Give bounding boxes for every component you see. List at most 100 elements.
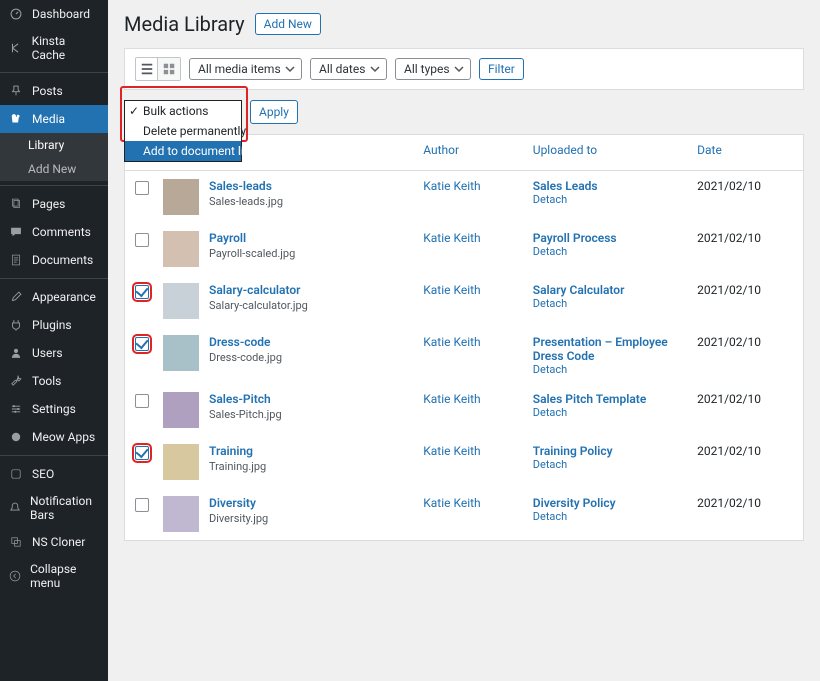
table-row: Sales-Pitch Sales-Pitch.jpg Katie Keith … <box>125 384 803 436</box>
author-link[interactable]: Katie Keith <box>423 444 480 458</box>
bulk-actions-row: Bulk actionsDelete permanentlyAdd to doc… <box>124 90 804 134</box>
file-name: Diversity.jpg <box>209 512 268 525</box>
sidebar-item-kinsta-cache[interactable]: Kinsta Cache <box>0 28 108 68</box>
sidebar-item-seo[interactable]: SEO <box>0 460 108 488</box>
apply-button[interactable]: Apply <box>250 100 298 124</box>
sidebar-item-documents[interactable]: Documents <box>0 246 108 274</box>
tools-icon <box>8 373 24 389</box>
sidebar-item-plugins[interactable]: Plugins <box>0 311 108 339</box>
row-checkbox[interactable] <box>135 181 149 195</box>
sidebar-item-users[interactable]: Users <box>0 339 108 367</box>
row-checkbox[interactable] <box>135 498 149 512</box>
detach-link[interactable]: Detach <box>533 193 697 206</box>
col-author[interactable]: Author <box>423 143 533 162</box>
uploaded-to-link[interactable]: Diversity Policy <box>533 496 697 510</box>
author-link[interactable]: Katie Keith <box>423 496 480 510</box>
pin-icon <box>8 83 24 99</box>
grid-view-icon[interactable] <box>158 58 180 80</box>
settings-icon <box>8 401 24 417</box>
page-header: Media Library Add New <box>124 12 804 36</box>
author-link[interactable]: Katie Keith <box>423 179 480 193</box>
col-uploaded[interactable]: Uploaded to <box>533 143 697 162</box>
uploaded-to-link[interactable]: Sales Pitch Template <box>533 392 697 406</box>
detach-link[interactable]: Detach <box>533 363 697 376</box>
author-link[interactable]: Katie Keith <box>423 283 480 297</box>
add-new-button[interactable]: Add New <box>255 13 321 35</box>
thumbnail[interactable] <box>163 335 199 371</box>
submenu-add-new[interactable]: Add New <box>0 157 108 181</box>
sidebar-item-label: SEO <box>32 467 54 481</box>
thumbnail[interactable] <box>163 231 199 267</box>
media-table: Author Uploaded to Date Sales-leads Sale… <box>124 134 804 541</box>
author-link[interactable]: Katie Keith <box>423 335 480 349</box>
col-date[interactable]: Date <box>697 143 793 162</box>
list-view-icon[interactable] <box>136 58 158 80</box>
submenu-library[interactable]: Library <box>0 133 108 157</box>
sidebar-item-collapse-menu[interactable]: Collapse menu <box>0 556 108 596</box>
row-checkbox[interactable] <box>135 446 149 460</box>
uploaded-to-link[interactable]: Payroll Process <box>533 231 697 245</box>
sidebar-item-label: NS Cloner <box>32 535 85 549</box>
thumbnail[interactable] <box>163 179 199 215</box>
bulk-actions-dropdown[interactable]: Bulk actionsDelete permanentlyAdd to doc… <box>124 100 242 162</box>
sidebar-item-meow-apps[interactable]: Meow Apps <box>0 423 108 451</box>
detach-link[interactable]: Detach <box>533 458 697 471</box>
file-title[interactable]: Salary-calculator <box>209 283 308 297</box>
detach-link[interactable]: Detach <box>533 406 697 419</box>
sidebar-item-ns-cloner[interactable]: NS Cloner <box>0 528 108 556</box>
sidebar-item-tools[interactable]: Tools <box>0 367 108 395</box>
sidebar-item-label: Collapse menu <box>30 562 100 590</box>
file-title[interactable]: Diversity <box>209 496 268 510</box>
date-cell: 2021/02/10 <box>697 392 793 406</box>
row-checkbox[interactable] <box>135 233 149 247</box>
sidebar-item-settings[interactable]: Settings <box>0 395 108 423</box>
sidebar-item-label: Meow Apps <box>32 430 95 444</box>
row-checkbox[interactable] <box>135 394 149 408</box>
thumbnail[interactable] <box>163 496 199 532</box>
types-filter[interactable]: All types <box>395 58 471 80</box>
file-title[interactable]: Sales-leads <box>209 179 283 193</box>
page-icon <box>8 196 24 212</box>
sidebar-item-dashboard[interactable]: Dashboard <box>0 0 108 28</box>
row-checkbox[interactable] <box>135 285 149 299</box>
uploaded-to-link[interactable]: Training Policy <box>533 444 697 458</box>
bulk-option[interactable]: Bulk actions <box>125 101 241 121</box>
sidebar-item-media[interactable]: Media <box>0 105 108 133</box>
bulk-option[interactable]: Add to document library <box>125 141 241 161</box>
uploaded-to-link[interactable]: Presentation – Employee Dress Code <box>533 335 697 363</box>
collapse-icon <box>8 568 22 584</box>
sidebar-item-posts[interactable]: Posts <box>0 77 108 105</box>
main-content: Media Library Add New All media items Al… <box>108 0 820 681</box>
row-checkbox[interactable] <box>135 337 149 351</box>
author-link[interactable]: Katie Keith <box>423 231 480 245</box>
thumbnail[interactable] <box>163 392 199 428</box>
media-items-filter[interactable]: All media items <box>189 58 302 80</box>
author-link[interactable]: Katie Keith <box>423 392 480 406</box>
clone-icon <box>8 534 24 550</box>
detach-link[interactable]: Detach <box>533 297 697 310</box>
bulk-option[interactable]: Delete permanently <box>125 121 241 141</box>
file-title[interactable]: Payroll <box>209 231 295 245</box>
file-title[interactable]: Sales-Pitch <box>209 392 282 406</box>
detach-link[interactable]: Detach <box>533 510 697 523</box>
date-cell: 2021/02/10 <box>697 231 793 245</box>
sidebar-item-notification-bars[interactable]: Notification Bars <box>0 488 108 528</box>
brush-icon <box>8 289 24 305</box>
detach-link[interactable]: Detach <box>533 245 697 258</box>
sidebar-item-appearance[interactable]: Appearance <box>0 283 108 311</box>
file-title[interactable]: Dress-code <box>209 335 282 349</box>
dates-filter[interactable]: All dates <box>310 58 387 80</box>
date-cell: 2021/02/10 <box>697 283 793 297</box>
thumbnail[interactable] <box>163 444 199 480</box>
thumbnail[interactable] <box>163 283 199 319</box>
filter-button[interactable]: Filter <box>479 58 524 80</box>
sidebar-item-label: Documents <box>32 253 93 267</box>
bulk-actions-select[interactable]: Bulk actionsDelete permanentlyAdd to doc… <box>124 100 242 124</box>
sidebar-item-pages[interactable]: Pages <box>0 190 108 218</box>
uploaded-to-link[interactable]: Sales Leads <box>533 179 697 193</box>
file-name: Training.jpg <box>209 460 266 473</box>
sidebar-item-comments[interactable]: Comments <box>0 218 108 246</box>
uploaded-to-link[interactable]: Salary Calculator <box>533 283 697 297</box>
file-title[interactable]: Training <box>209 444 266 458</box>
sidebar-item-label: Kinsta Cache <box>32 34 100 62</box>
